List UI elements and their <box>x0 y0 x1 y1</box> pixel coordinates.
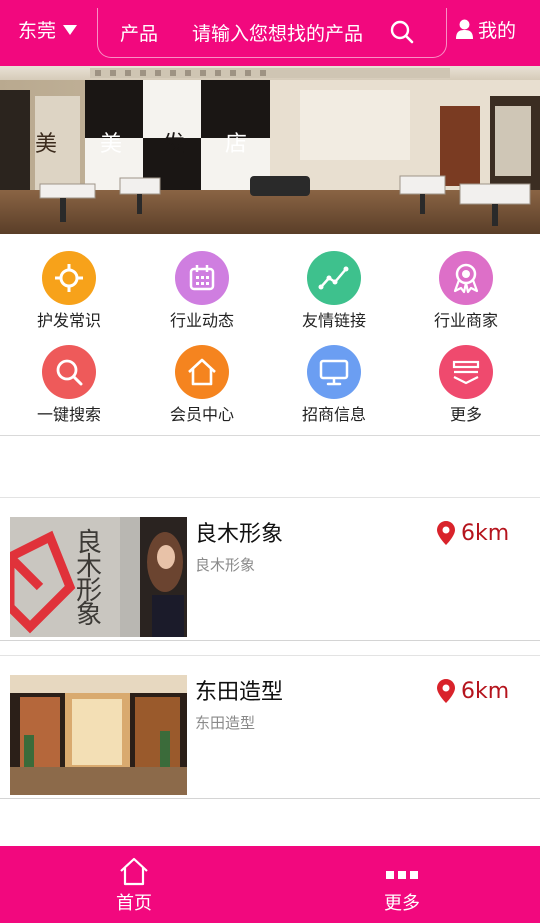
menu-item-label: 护发常识 <box>36 311 101 330</box>
nav-more[interactable]: 更多 <box>342 846 462 923</box>
shop-subtitle: 良木形象 <box>195 556 256 574</box>
search-category[interactable]: 产品 <box>120 19 158 46</box>
shop-name[interactable]: 良木形象 <box>195 516 283 548</box>
layers-icon <box>452 360 480 385</box>
my-account-link[interactable]: 我的 <box>456 14 516 44</box>
distance-label: 6km <box>461 678 510 704</box>
home-icon <box>188 358 216 386</box>
menu-item-more[interactable]: 更多 <box>400 345 532 435</box>
menu-item-label: 一键搜索 <box>36 405 101 424</box>
nav-more-label: 更多 <box>384 893 420 914</box>
shop-thumbnail[interactable] <box>10 675 187 795</box>
sign-char: 美 <box>35 132 58 157</box>
search-bar[interactable]: 产品 请输入您想找的产品 <box>97 8 447 58</box>
menu-item-member-center[interactable]: 会员中心 <box>136 345 268 435</box>
trend-chart-icon <box>318 266 349 290</box>
menu-item-industry-merchants[interactable]: 行业商家 <box>400 251 532 341</box>
bottom-nav: 首页 更多 <box>0 846 540 923</box>
menu-item-label: 更多 <box>449 405 482 424</box>
shop-name[interactable]: 东田造型 <box>195 674 283 706</box>
search-input[interactable]: 请输入您想找的产品 <box>192 19 363 46</box>
sign-char: 发 <box>163 132 186 157</box>
search-icon <box>56 359 83 386</box>
home-outline-icon <box>120 857 148 886</box>
award-ribbon-icon <box>453 263 479 294</box>
caret-down-icon <box>63 25 78 35</box>
nav-home[interactable]: 首页 <box>74 846 194 923</box>
calendar-icon <box>189 265 215 291</box>
shop-thumbnail[interactable]: 良木形象 <box>10 517 187 637</box>
menu-item-hair-care-tips[interactable]: 护发常识 <box>3 251 135 341</box>
menu-icon-circle <box>175 345 229 399</box>
city-label: 东莞 <box>18 19 57 42</box>
menu-item-label: 行业商家 <box>433 311 498 330</box>
sign-char: 店 <box>225 132 248 157</box>
banner-sign: 美 美 发 店 <box>0 66 540 234</box>
menu-icon-circle <box>175 251 229 305</box>
menu-item-investment-info[interactable]: 招商信息 <box>268 345 400 435</box>
menu-icon-circle <box>307 345 361 399</box>
banner-image[interactable]: 美 美 发 店 <box>0 66 540 234</box>
sign-char: 美 <box>100 132 123 157</box>
menu-icon-circle <box>439 345 493 399</box>
menu-icon-circle <box>439 251 493 305</box>
search-icon[interactable] <box>390 20 414 44</box>
menu-icon-circle <box>42 345 96 399</box>
menu-item-friendly-links[interactable]: 友情链接 <box>268 251 400 341</box>
my-account-label: 我的 <box>478 19 517 42</box>
user-icon <box>456 19 473 39</box>
crosshair-icon <box>55 264 83 292</box>
shop-distance: 6km <box>437 676 509 706</box>
menu-item-label: 招商信息 <box>301 405 366 424</box>
dots-icon <box>386 871 418 879</box>
city-selector[interactable]: 东莞 <box>18 14 78 44</box>
top-bar: 东莞 产品 请输入您想找的产品 我的 <box>0 0 540 66</box>
menu-item-quick-search[interactable]: 一键搜索 <box>3 345 135 435</box>
location-pin-icon <box>437 521 455 545</box>
menu-item-label: 行业动态 <box>169 311 234 330</box>
menu-icon-circle <box>307 251 361 305</box>
shop-list-item[interactable]: 良木形象 良木形象 良木形象 6km <box>0 497 540 641</box>
quick-menu-grid: 护发常识 行业动态 友情链接 行业商家 一键搜索 会员中心 招商信息 更多 <box>0 234 540 436</box>
menu-item-label: 会员中心 <box>169 405 234 424</box>
menu-icon-circle <box>42 251 96 305</box>
menu-item-industry-news[interactable]: 行业动态 <box>136 251 268 341</box>
menu-item-label: 友情链接 <box>301 311 366 330</box>
monitor-icon <box>319 359 349 386</box>
shop-subtitle: 东田造型 <box>195 714 256 732</box>
shop-list-item[interactable]: 东田造型 东田造型 6km <box>0 655 540 799</box>
location-pin-icon <box>437 679 455 703</box>
shop-distance: 6km <box>437 518 509 548</box>
thumbnail-text: 良木形象 <box>76 528 103 630</box>
nav-home-label: 首页 <box>116 893 152 914</box>
distance-label: 6km <box>461 520 510 546</box>
